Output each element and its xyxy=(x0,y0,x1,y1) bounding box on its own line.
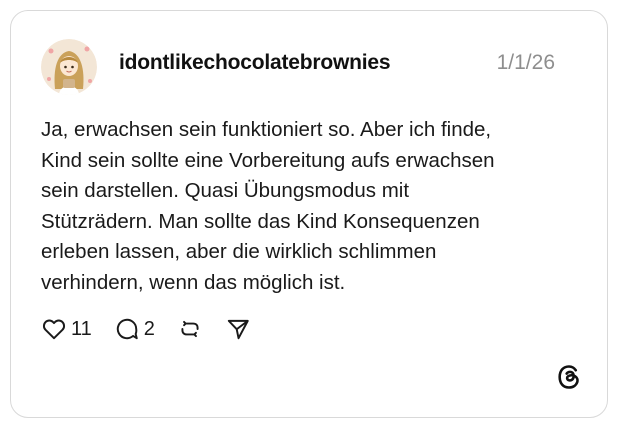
threads-logo-icon xyxy=(555,363,583,391)
like-count: 11 xyxy=(71,317,92,340)
post-text-line: Stützrädern. Man sollte das Kind Konsequ… xyxy=(41,209,480,233)
post-text-line: sein darstellen. Quasi Übungsmodus mit xyxy=(41,179,410,202)
like-button[interactable]: 11 xyxy=(41,316,92,342)
post-text-line: Ja, erwachsen sein funktioniert so. Aber… xyxy=(41,118,492,141)
post-text-line: erleben lassen, aber die wirklich schlim… xyxy=(41,240,437,263)
action-bar: 11 2 xyxy=(41,314,273,344)
post-text: Ja, erwachsen sein funktioniert so. Aber… xyxy=(41,115,581,298)
post-card: idontlikechocolatebrownies 1/1/26 Ja, er… xyxy=(10,10,608,418)
avatar[interactable] xyxy=(41,39,97,95)
share-icon xyxy=(227,319,249,340)
reply-button[interactable]: 2 xyxy=(114,316,155,342)
repost-button[interactable] xyxy=(177,316,203,342)
comment-icon xyxy=(116,318,138,340)
avatar-image xyxy=(41,39,97,95)
repost-icon xyxy=(181,320,199,338)
reply-count: 2 xyxy=(143,317,155,340)
username[interactable]: idontlikechocolatebrownies xyxy=(119,51,391,75)
share-button[interactable] xyxy=(225,316,251,342)
post-date: 1/1/26 xyxy=(496,51,555,74)
post-text-line: Kind sein sollte eine Vorbereitung aufs … xyxy=(41,148,495,172)
heart-icon xyxy=(42,319,66,340)
post-text-line: verhindern, wenn das möglich ist. xyxy=(41,270,346,294)
